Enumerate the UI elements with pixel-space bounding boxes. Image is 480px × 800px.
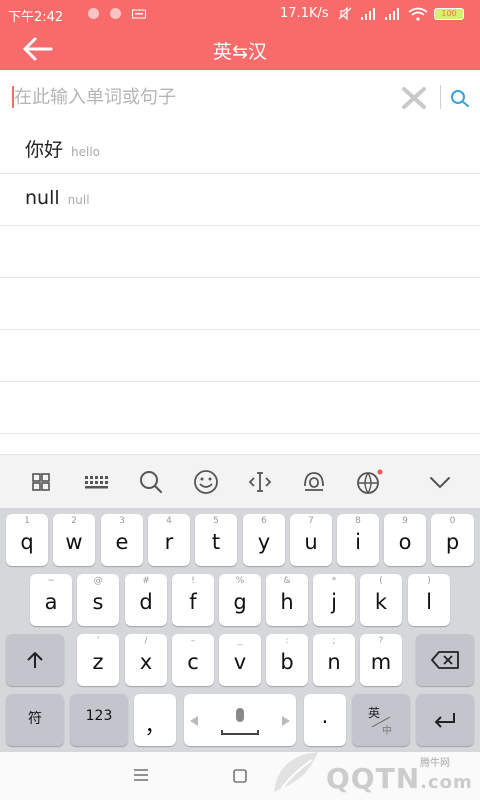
arrow-up-icon — [27, 652, 43, 668]
key-j[interactable]: * j — [313, 574, 355, 626]
mute-icon — [338, 7, 352, 20]
status-time: 下午2:42 — [8, 10, 64, 25]
page-title: 英⇆汉 — [213, 41, 267, 63]
key-h[interactable]: & h — [266, 574, 308, 626]
suggestion-list: 你好 hello null null — [0, 122, 480, 434]
divider — [440, 85, 441, 109]
search-icon[interactable] — [137, 468, 165, 496]
basketball-icon[interactable] — [355, 468, 383, 496]
menu-icon[interactable] — [133, 768, 149, 782]
leaf-logo-icon — [274, 752, 318, 792]
key-b[interactable]: :b — [266, 634, 308, 686]
triangle-right-icon — [282, 716, 290, 726]
signal-icon — [361, 8, 375, 20]
battery-indicator: 100 — [434, 8, 464, 20]
notification-dot-icon — [88, 8, 99, 19]
list-item-translation: hello — [71, 145, 101, 159]
empty-row — [0, 278, 480, 330]
key-d[interactable]: # d — [125, 574, 167, 626]
key-w[interactable]: 2w — [53, 514, 95, 566]
empty-row — [0, 226, 480, 278]
period-key[interactable]: · — [304, 694, 346, 746]
keyboard-toolbar — [0, 454, 480, 508]
signal-icon — [385, 8, 399, 20]
key-c[interactable]: – c — [172, 634, 214, 686]
language-switch-key[interactable]: 英 中 — [352, 694, 410, 746]
backspace-icon — [431, 651, 459, 669]
wifi-icon — [408, 7, 428, 21]
key-g[interactable]: % g — [219, 574, 261, 626]
soft-keyboard: 1q 2w 3e 4r 5t 6y 7u 8i 9o 0p ~ a @ s # d !… — [0, 508, 480, 752]
key-s[interactable]: @ s — [77, 574, 119, 626]
comma-key[interactable]: ， — [134, 694, 176, 746]
cursor-move-icon[interactable] — [246, 468, 274, 496]
key-f[interactable]: ! f — [172, 574, 214, 626]
key-x[interactable]: / x — [125, 634, 167, 686]
key-z[interactable]: ’ z — [77, 634, 119, 686]
list-item[interactable]: 你好 hello — [0, 122, 480, 174]
search-input[interactable] — [14, 82, 384, 112]
key-k[interactable]: (k — [360, 574, 402, 626]
key-t[interactable]: 5t — [195, 514, 237, 566]
key-l[interactable]: ) l — [408, 574, 450, 626]
keyboard-icon[interactable] — [82, 468, 110, 496]
status-bar: 下午2:42 17.1K/s 100 — [0, 0, 480, 28]
empty-row — [0, 330, 480, 382]
list-item-translation: null — [67, 193, 90, 207]
list-item-word: null — [25, 187, 60, 209]
search-icon[interactable] — [449, 88, 471, 108]
keyboard-status-icon — [132, 9, 146, 19]
notification-dot-icon — [110, 8, 121, 19]
numbers-key[interactable]: 123 — [70, 694, 128, 746]
slash-icon — [371, 716, 391, 728]
empty-row — [0, 382, 480, 434]
key-o[interactable]: 9o — [384, 514, 426, 566]
list-item[interactable]: null null — [0, 174, 480, 226]
key-i[interactable]: 8i — [337, 514, 379, 566]
key-p[interactable]: 0p — [431, 514, 474, 566]
grid-icon[interactable] — [27, 468, 55, 496]
watermark-small-text: 腾牛网 — [420, 758, 450, 769]
search-bar — [0, 70, 480, 122]
watermark-text: QQTN — [326, 762, 421, 795]
key-y[interactable]: 6y — [243, 514, 285, 566]
enter-icon — [434, 713, 455, 728]
enter-key[interactable] — [416, 694, 474, 746]
close-icon[interactable] — [400, 87, 428, 109]
triangle-left-icon — [190, 716, 198, 726]
key-v[interactable]: _ v — [219, 634, 261, 686]
voice-icon[interactable] — [300, 468, 328, 496]
shift-key[interactable] — [6, 634, 64, 686]
watermark-suffix: .com — [420, 772, 473, 793]
key-n[interactable]: ; n — [313, 634, 355, 686]
emoji-icon[interactable] — [192, 468, 220, 496]
list-item-word: 你好 — [25, 139, 64, 161]
space-key[interactable] — [184, 694, 296, 746]
key-m[interactable]: ? m — [360, 634, 402, 686]
key-u[interactable]: 7u — [290, 514, 332, 566]
key-q[interactable]: 1q — [6, 514, 48, 566]
network-speed: 17.1K/s — [280, 6, 329, 21]
backspace-key[interactable] — [416, 634, 474, 686]
key-r[interactable]: 4r — [148, 514, 190, 566]
symbols-key[interactable]: 符 — [6, 694, 64, 746]
app-header: 英⇆汉 — [0, 28, 480, 70]
key-a[interactable]: ~ a — [30, 574, 72, 626]
microphone-icon — [221, 708, 259, 735]
key-e[interactable]: 3e — [101, 514, 143, 566]
chevron-down-icon[interactable] — [426, 468, 454, 496]
watermark-logo: QQTN.com 腾牛网 — [268, 742, 480, 800]
home-icon[interactable] — [232, 768, 248, 784]
